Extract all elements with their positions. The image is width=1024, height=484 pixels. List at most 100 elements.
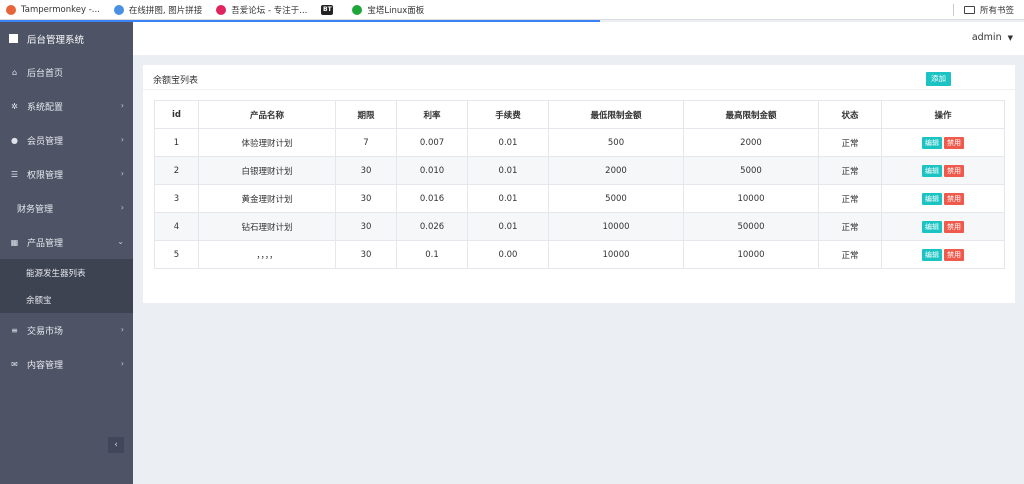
cell-term: 30 <box>335 184 397 213</box>
sidebar: 后台管理系统 ⌂ 后台首页 ✲ 系统配置 › ● 会员管理 › ☰ 权限管理 ›… <box>0 22 133 484</box>
yuebao-panel: 余额宝列表 添加 id 产品名称 期限 利率 手续费 最低限制金额 最高限制金额… <box>143 65 1015 303</box>
bookmark-label: 宝塔Linux面板 <box>367 5 425 16</box>
home-icon: ⌂ <box>11 67 18 77</box>
sidebar-item-permissions[interactable]: ☰ 权限管理 › <box>0 157 133 191</box>
edit-button[interactable]: 编辑 <box>922 248 942 261</box>
bookmark-bt[interactable]: BT <box>321 4 338 15</box>
forum-icon <box>216 4 227 15</box>
cell-term: 30 <box>335 156 397 185</box>
divider <box>143 89 1015 90</box>
disable-button[interactable]: 禁用 <box>944 164 964 177</box>
windows-icon: ▦ <box>10 237 19 247</box>
panel-title: 余额宝列表 <box>153 76 199 86</box>
brand-icon <box>9 34 18 43</box>
cell-actions: 编辑 禁用 <box>881 184 1005 213</box>
all-bookmarks[interactable]: 所有书签 <box>952 4 1014 16</box>
column-header: 操作 <box>881 100 1005 129</box>
sidebar-item-home[interactable]: ⌂ 后台首页 <box>0 55 133 89</box>
bookmarks-bar: Tampermonkey -... 在线拼图, 图片拼接 吾爱论坛 - 专注于.… <box>0 0 1024 20</box>
chevron-down-icon: ⌄ <box>117 237 124 246</box>
cell-actions: 编辑 禁用 <box>881 212 1005 241</box>
bookmark-baota[interactable]: 宝塔Linux面板 <box>352 4 424 16</box>
sidebar-item-finance[interactable]: 财务管理 › <box>0 191 133 225</box>
sidebar-item-label: 财务管理 <box>17 204 54 215</box>
sidebar-item-market[interactable]: ≡ 交易市场 › <box>0 313 133 347</box>
disable-button[interactable]: 禁用 <box>944 136 964 149</box>
column-header: 产品名称 <box>198 100 336 129</box>
bookmark-pintu[interactable]: 在线拼图, 图片拼接 <box>113 4 202 16</box>
cell-max-amount: 10000 <box>683 240 819 269</box>
cell-id: 1 <box>154 128 199 157</box>
username: admin <box>971 32 1002 43</box>
edit-button[interactable]: 编辑 <box>922 164 942 177</box>
cell-term: 30 <box>335 240 397 269</box>
cell-name: ，，，， <box>198 240 336 269</box>
bookmark-label: 吾爱论坛 - 专注于... <box>231 5 308 16</box>
user-menu[interactable]: admin ▼ <box>972 32 1013 43</box>
brand[interactable]: 后台管理系统 <box>0 22 133 55</box>
cell-actions: 编辑 禁用 <box>881 240 1005 269</box>
cell-fee: 0.01 <box>467 156 549 185</box>
edit-button[interactable]: 编辑 <box>922 220 942 233</box>
column-header: id <box>154 100 199 129</box>
sidebar-item-label: 产品管理 <box>27 238 64 249</box>
sidebar-item-members[interactable]: ● 会员管理 › <box>0 123 133 157</box>
sidebar-item-content[interactable]: ✉ 内容管理 › <box>0 347 133 381</box>
bookmark-label: Tampermonkey -... <box>21 4 100 15</box>
cell-max-amount: 5000 <box>683 156 819 185</box>
sidebar-item-products[interactable]: ▦ 产品管理 ⌄ <box>0 225 133 259</box>
cell-min-amount: 5000 <box>548 184 684 213</box>
brand-title: 后台管理系统 <box>27 34 85 46</box>
envelope-icon: ✉ <box>11 359 18 369</box>
chevron-right-icon: › <box>120 203 124 212</box>
cell-id: 2 <box>154 156 199 185</box>
baota-icon <box>352 4 363 15</box>
sidebar-item-system-config[interactable]: ✲ 系统配置 › <box>0 89 133 123</box>
column-header: 状态 <box>818 100 882 129</box>
sidebar-collapse-button[interactable]: ‹ <box>108 437 124 453</box>
top-header: admin ▼ <box>133 22 1024 55</box>
tampermonkey-icon <box>6 4 16 15</box>
cell-id: 5 <box>154 240 199 269</box>
cell-id: 4 <box>154 212 199 241</box>
edit-button[interactable]: 编辑 <box>922 136 942 149</box>
sidebar-subitem-energy-generators[interactable]: 能源发生器列表 <box>0 259 133 286</box>
list-icon: ☰ <box>10 169 19 179</box>
bookmark-tampermonkey[interactable]: Tampermonkey -... <box>6 4 100 15</box>
sidebar-item-label: 系统配置 <box>27 102 64 113</box>
cell-name: 黄金理财计划 <box>198 184 336 213</box>
bt-icon: BT <box>321 4 334 15</box>
disable-button[interactable]: 禁用 <box>944 248 964 261</box>
cell-fee: 0.01 <box>467 184 549 213</box>
folder-icon <box>963 6 975 14</box>
cell-max-amount: 10000 <box>683 184 819 213</box>
cell-rate: 0.026 <box>396 212 468 241</box>
chevron-right-icon: › <box>120 169 124 178</box>
cell-rate: 0.010 <box>396 156 468 185</box>
cell-term: 7 <box>335 128 397 157</box>
cell-status: 正常 <box>818 212 882 241</box>
sidebar-item-label: 权限管理 <box>27 170 64 181</box>
bookmark-52pojie[interactable]: 吾爱论坛 - 专注于... <box>216 4 307 16</box>
sidebar-submenu-products: 能源发生器列表 余额宝 <box>0 259 133 313</box>
cell-min-amount: 500 <box>548 128 684 157</box>
sidebar-item-label: 内容管理 <box>27 360 64 371</box>
cell-rate: 0.1 <box>396 240 468 269</box>
cell-max-amount: 2000 <box>683 128 819 157</box>
cell-rate: 0.007 <box>396 128 468 157</box>
disable-button[interactable]: 禁用 <box>944 220 964 233</box>
cell-status: 正常 <box>818 156 882 185</box>
sidebar-subitem-yuebao[interactable]: 余额宝 <box>0 286 133 313</box>
cell-status: 正常 <box>818 240 882 269</box>
add-button[interactable]: 添加 <box>926 72 951 86</box>
cell-fee: 0.01 <box>467 128 549 157</box>
column-header: 期限 <box>335 100 397 129</box>
edit-button[interactable]: 编辑 <box>922 192 942 205</box>
cell-max-amount: 50000 <box>683 212 819 241</box>
product-table: id 产品名称 期限 利率 手续费 最低限制金额 最高限制金额 状态 操作 1 … <box>154 100 1005 269</box>
cell-status: 正常 <box>818 184 882 213</box>
disable-button[interactable]: 禁用 <box>944 192 964 205</box>
chevron-right-icon: › <box>120 135 124 144</box>
table-row: 1 体验理财计划 7 0.007 0.01 500 2000 正常 编辑 禁用 <box>154 128 1005 157</box>
table-header-row: id 产品名称 期限 利率 手续费 最低限制金额 最高限制金额 状态 操作 <box>154 100 1005 129</box>
